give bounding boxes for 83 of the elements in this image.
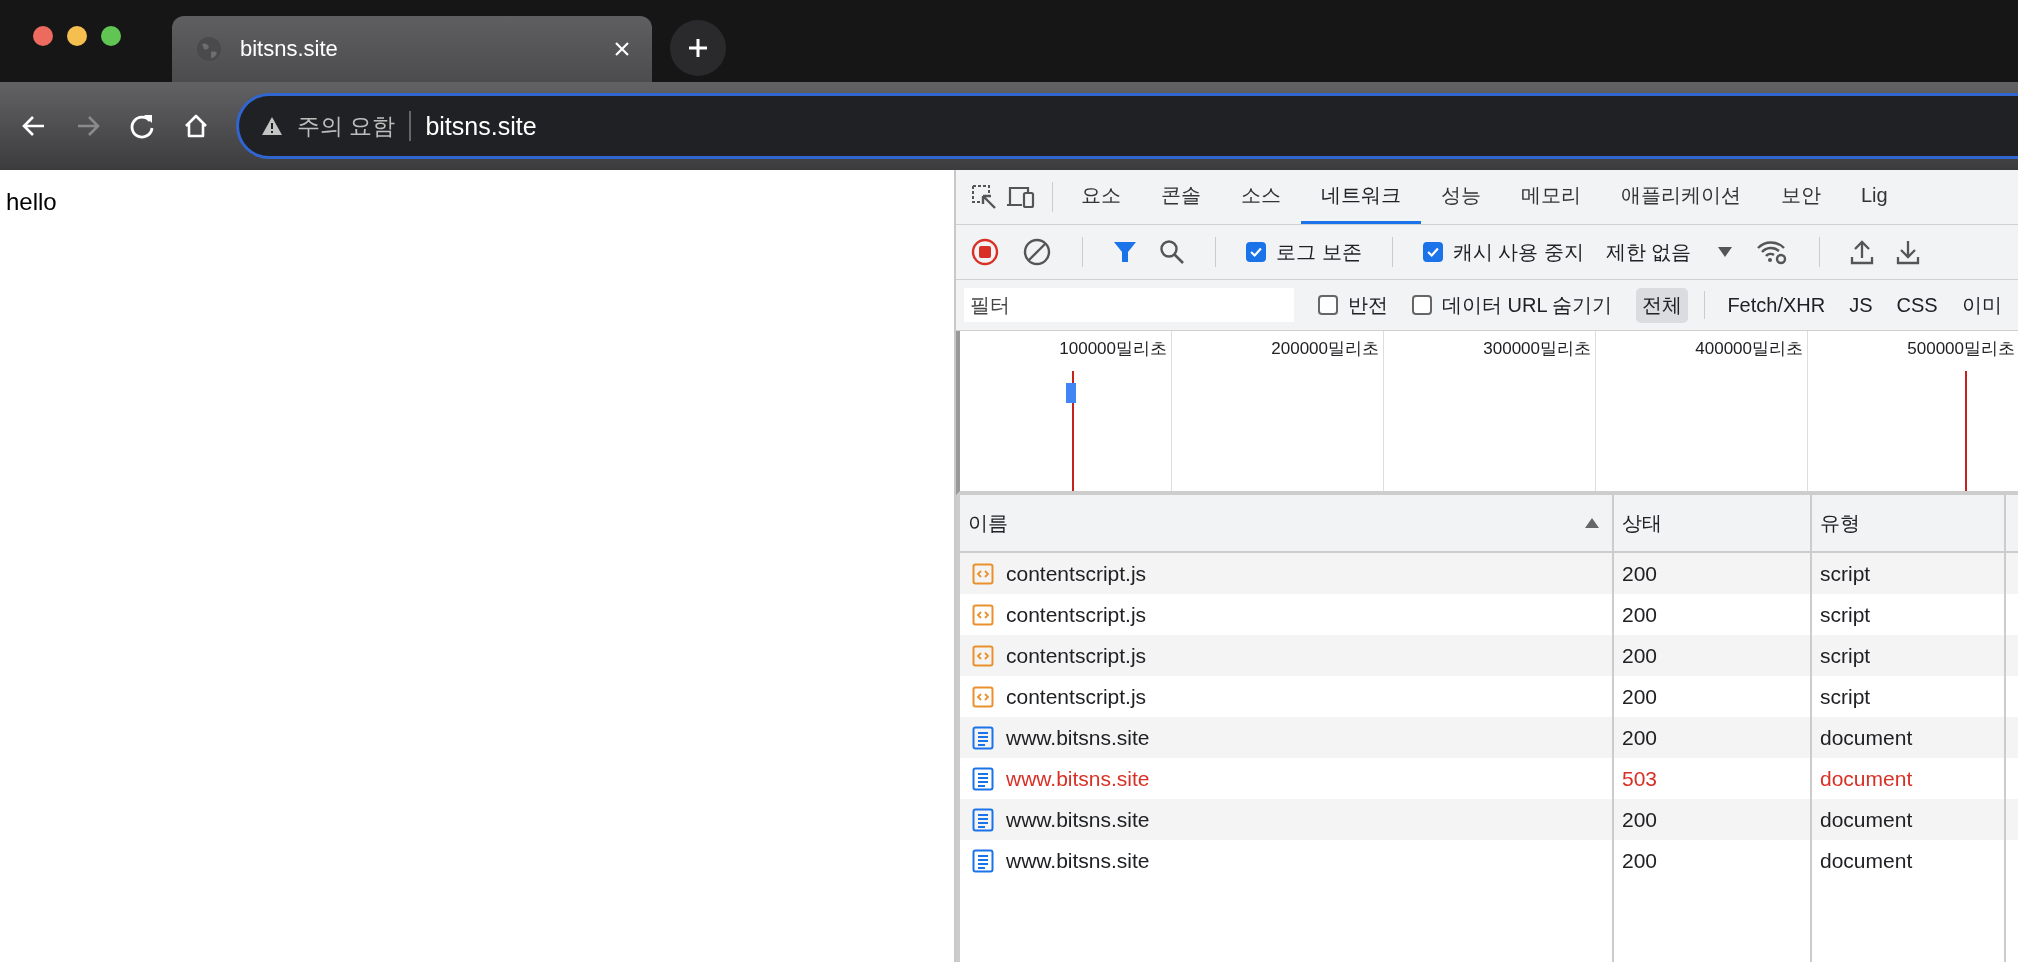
warning-icon — [261, 116, 283, 136]
maximize-window-icon[interactable] — [100, 25, 122, 47]
invert-checkbox[interactable]: 반전 — [1318, 291, 1388, 319]
globe-icon — [196, 36, 222, 62]
request-name[interactable]: contentscript.js — [1006, 643, 1147, 668]
column-header[interactable]: 이름 — [960, 495, 1614, 551]
request-name[interactable]: contentscript.js — [1006, 684, 1147, 709]
type-filter-button[interactable]: JS — [1843, 289, 1879, 321]
column-header[interactable]: 유형 — [1812, 495, 2006, 551]
security-label: 주의 요함 — [297, 111, 396, 141]
document-icon — [972, 848, 994, 873]
request-name[interactable]: www.bitsns.site — [1006, 848, 1150, 873]
document-icon — [972, 807, 994, 832]
throttling-dropdown[interactable]: 제한 없음 — [1605, 238, 1734, 266]
filter-icon[interactable] — [1113, 240, 1137, 264]
type-filter-button[interactable]: CSS — [1890, 289, 1944, 321]
type-filter-button[interactable]: Fetch/XHR — [1721, 289, 1832, 321]
close-icon[interactable] — [614, 41, 630, 57]
request-name[interactable]: contentscript.js — [1006, 561, 1147, 586]
resource-type: document — [1820, 766, 1913, 791]
status-code: 503 — [1622, 766, 1658, 791]
upload-icon[interactable] — [1850, 239, 1875, 265]
timeline-tick-label: 500000밀리초 — [1907, 338, 2015, 360]
resource-type: document — [1820, 807, 1913, 832]
script-file-icon — [972, 685, 994, 708]
status-code: 200 — [1622, 561, 1658, 586]
search-icon[interactable] — [1159, 239, 1185, 265]
devtools-tab[interactable]: 메모리 — [1501, 170, 1601, 224]
reload-icon[interactable] — [128, 112, 156, 140]
request-name[interactable]: www.bitsns.site — [1006, 725, 1150, 750]
resource-type: script — [1820, 684, 1871, 709]
preserve-log-checkbox[interactable]: 로그 보존 — [1246, 238, 1362, 266]
stop-recording-icon[interactable] — [970, 237, 1000, 267]
devtools-tab[interactable]: 소스 — [1221, 170, 1301, 224]
devtools-tab[interactable]: Lig — [1841, 170, 1890, 224]
browser-tab[interactable]: bitsns.site — [172, 16, 652, 82]
devtools-tab[interactable]: 보안 — [1761, 170, 1841, 224]
timeline-tick-label: 200000밀리초 — [1271, 338, 1379, 360]
new-tab-button[interactable] — [670, 20, 726, 76]
minimize-window-icon[interactable] — [66, 25, 88, 47]
timeline-tick-label: 400000밀리초 — [1695, 338, 1803, 360]
type-filter-button[interactable]: 이미 — [1955, 287, 2008, 323]
status-code: 200 — [1622, 725, 1658, 750]
status-code: 200 — [1622, 848, 1658, 873]
filter-input[interactable]: 필터 — [964, 288, 1294, 322]
download-icon[interactable] — [1896, 239, 1921, 265]
script-file-icon — [972, 603, 994, 626]
url-text: bitsns.site — [425, 111, 537, 141]
resource-type: document — [1820, 848, 1913, 873]
caret-icon — [1717, 246, 1734, 258]
timeline-tick-label: 300000밀리초 — [1483, 338, 1591, 360]
clear-icon[interactable] — [1022, 237, 1052, 267]
script-file-icon — [972, 644, 994, 667]
request-name[interactable]: www.bitsns.site — [1006, 766, 1150, 791]
document-icon — [972, 766, 994, 791]
device-toolbar-icon[interactable] — [1006, 184, 1036, 210]
element-select-icon[interactable] — [970, 183, 998, 211]
hide-data-urls-checkbox[interactable]: 데이터 URL 숨기기 — [1412, 291, 1613, 319]
column-header[interactable]: 상태 — [1614, 495, 1812, 551]
resource-type: script — [1820, 602, 1871, 627]
page-text: hello — [6, 188, 57, 215]
resource-type: script — [1820, 643, 1871, 668]
devtools-tab[interactable]: 콘솔 — [1141, 170, 1221, 224]
document-icon — [972, 725, 994, 750]
status-code: 200 — [1622, 684, 1658, 709]
resource-type: script — [1820, 561, 1871, 586]
resource-type: document — [1820, 725, 1913, 750]
type-filter-button[interactable]: 전체 — [1636, 287, 1689, 323]
devtools-tab[interactable]: 애플리케이션 — [1601, 170, 1761, 224]
timeline-tick-label: 100000밀리초 — [1059, 338, 1167, 360]
script-file-icon — [972, 562, 994, 585]
plus-icon — [687, 37, 709, 59]
status-code: 200 — [1622, 807, 1658, 832]
request-bar — [1066, 383, 1076, 403]
status-code: 200 — [1622, 602, 1658, 627]
devtools-tab[interactable]: 성능 — [1421, 170, 1501, 224]
close-window-icon[interactable] — [32, 25, 54, 47]
disable-cache-checkbox[interactable]: 캐시 사용 중지 — [1422, 238, 1584, 266]
status-code: 200 — [1622, 643, 1658, 668]
request-name[interactable]: contentscript.js — [1006, 602, 1147, 627]
devtools-tab[interactable]: 요소 — [1061, 170, 1141, 224]
request-name[interactable]: www.bitsns.site — [1006, 807, 1150, 832]
address-bar[interactable]: 주의 요함 bitsns.site — [236, 93, 2018, 159]
